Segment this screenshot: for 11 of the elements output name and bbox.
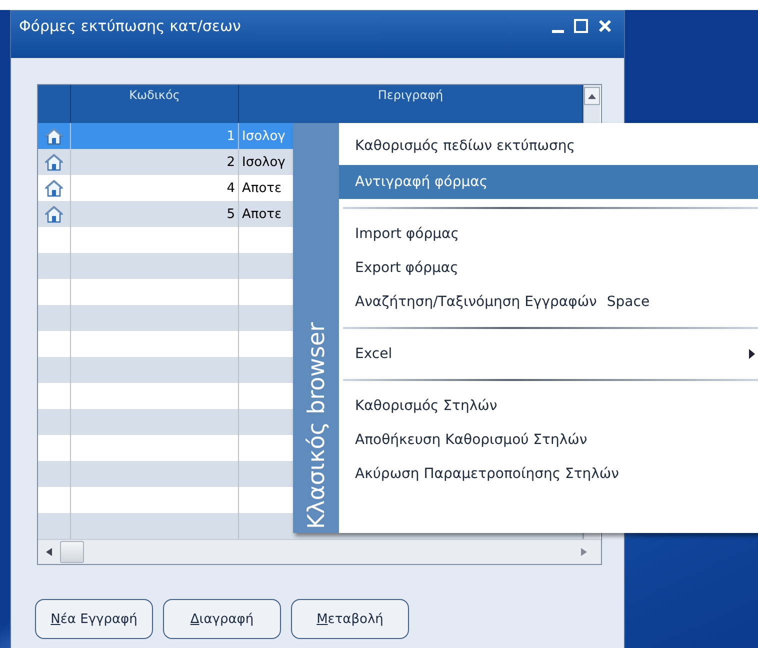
menu-side-title: Κλασικός browser <box>303 322 331 529</box>
table-cell: Αποτε <box>242 180 282 196</box>
table-cell: 2 <box>226 154 235 170</box>
table-cell: Ισολογ <box>242 128 286 144</box>
table-cell: Ισολογ <box>242 154 286 170</box>
table-cell: 5 <box>226 206 235 222</box>
table-cell: 1 <box>226 128 235 144</box>
shortcut-label: Space <box>606 294 650 310</box>
table-cell: 4 <box>226 180 235 196</box>
table-cell: Αποτε <box>242 206 282 222</box>
window-title: Φόρμες εκτύπωσης κατ/σεων <box>19 16 241 34</box>
